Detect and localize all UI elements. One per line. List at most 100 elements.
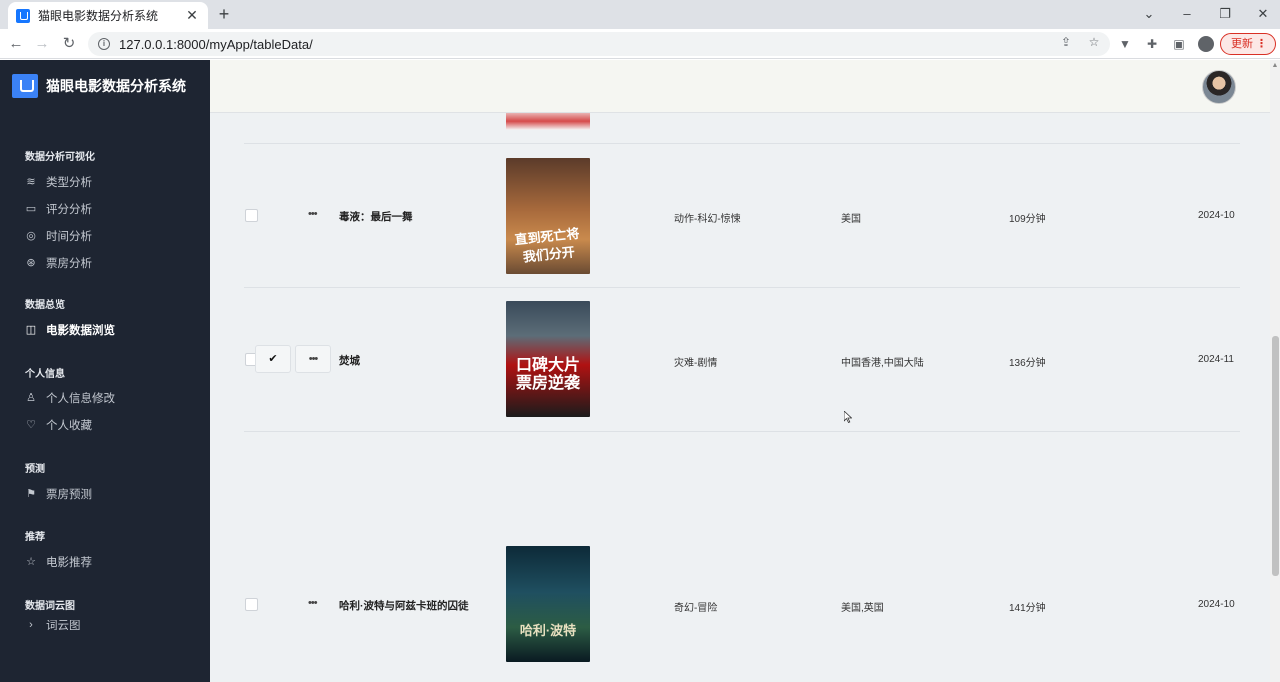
sidebar-item-favorites[interactable]: ♡ 个人收藏 [24, 417, 92, 433]
mouse-cursor-icon [844, 411, 852, 423]
movie-poster: 直到死亡将我们分开 [506, 158, 590, 274]
sidebar-item-time-analysis[interactable]: ◎ 时间分析 [24, 228, 92, 244]
browser-tab[interactable]: 猫眼电影数据分析系统 ✕ [8, 2, 208, 29]
menu-header-analysis: 数据分析可视化 [25, 152, 95, 163]
sidebar-item-label: 时间分析 [46, 231, 92, 243]
extension-v-icon[interactable]: ▼ [1116, 35, 1134, 53]
scrollbar-thumb[interactable] [1272, 336, 1279, 576]
forward-arrow-icon[interactable]: → [32, 34, 52, 54]
sidebar-item-label: 票房预测 [46, 489, 92, 501]
movie-title: 焚城 [339, 355, 360, 367]
menu-header-wordcloud: 数据词云图 [25, 601, 75, 612]
menu-header-overview: 数据总览 [25, 300, 65, 311]
table-row[interactable]: ••• 毒液：最后一舞 直到死亡将我们分开 动作-科幻-惊悚 美国 109分钟 … [244, 144, 1240, 288]
movie-title: 哈利·波特与阿兹卡班的囚徒 [339, 600, 469, 612]
sidebar-item-label: 词云图 [46, 620, 81, 630]
brand[interactable]: 猫眼电影数据分析系统 [12, 74, 186, 98]
back-arrow-icon[interactable]: ← [6, 34, 26, 54]
sidebar-item-movie-data[interactable]: ◫ 电影数据浏览 [24, 322, 115, 338]
scroll-up-arrow-icon[interactable]: ▲ [1270, 62, 1280, 69]
page-scrollbar[interactable]: ▲ [1270, 60, 1280, 682]
user-avatar[interactable] [1202, 70, 1236, 104]
poster-caption: 哈利·波特 [519, 623, 577, 638]
star-icon: ☆ [26, 556, 36, 568]
browser-tab-strip: 猫眼电影数据分析系统 ✕ + ⌄ – ❐ ✕ [0, 0, 1280, 29]
sidebar-item-recommend[interactable]: ☆ 电影推荐 [24, 554, 92, 570]
movie-release-date: 2024-10 [1198, 210, 1235, 221]
table-row[interactable]: ••• 哈利·波特与阿兹卡班的囚徒 哈利·波特 奇幻-冒险 美国,英国 141分… [244, 432, 1240, 682]
bookmark-star-icon[interactable]: ☆ [1086, 35, 1102, 49]
menu-header-prediction: 预测 [25, 464, 45, 475]
poster-caption: 直到死亡将我们分开 [513, 225, 581, 265]
movie-genre: 灾难-剧情 [674, 358, 718, 369]
tab-search-icon[interactable]: ⌄ [1134, 4, 1164, 24]
close-tab-icon[interactable]: ✕ [184, 7, 200, 24]
share-icon[interactable]: ⇪ [1058, 35, 1074, 49]
flag-icon: ⚑ [26, 488, 36, 500]
sidebar-item-label: 个人收藏 [46, 420, 92, 432]
sidebar: 猫眼电影数据分析系统 数据分析可视化 ≋ 类型分析 ▭ 评分分析 ◎ 时间分析 … [0, 60, 210, 682]
extensions-puzzle-icon[interactable]: ✚ [1143, 35, 1161, 53]
table-row-partial [244, 112, 1240, 144]
sidebar-item-label: 评分分析 [46, 204, 92, 216]
movie-duration: 109分钟 [1009, 214, 1046, 225]
site-info-icon[interactable]: i [98, 38, 110, 50]
layers-icon: ≋ [26, 176, 36, 188]
cast-icon: ▭ [25, 203, 37, 215]
columns-icon: ◫ [25, 324, 37, 336]
movie-release-date: 2024-10 [1198, 599, 1235, 610]
browser-profile-icon[interactable] [1198, 36, 1214, 52]
movie-genre: 动作-科幻-惊悚 [674, 214, 741, 225]
movie-genre: 奇幻-冒险 [674, 603, 718, 614]
movie-poster: 哈利·波特 [506, 546, 590, 662]
sidebar-item-label: 票房分析 [46, 258, 92, 270]
tab-title: 猫眼电影数据分析系统 [38, 9, 159, 23]
sidebar-item-label: 电影数据浏览 [46, 325, 115, 337]
sidebar-item-label: 个人信息修改 [46, 393, 115, 405]
logo-icon [12, 74, 38, 98]
sidebar-item-label: 电影推荐 [46, 557, 92, 569]
update-button[interactable]: 更新 ⋮ [1220, 33, 1276, 55]
life-buoy-icon: ⊛ [26, 257, 36, 269]
top-header [210, 60, 1270, 113]
menu-header-recommend: 推荐 [25, 532, 45, 543]
url-text[interactable]: 127.0.0.1:8000/myApp/tableData/ [119, 37, 313, 52]
sidebar-item-boxoffice-prediction[interactable]: ⚑ 票房预测 [24, 486, 92, 502]
select-check-icon[interactable]: ✔ [255, 345, 291, 373]
row-more-icon[interactable]: ••• [295, 345, 331, 373]
user-icon: ♙ [26, 392, 36, 404]
poster-caption: 口碑大片票房逆袭 [515, 357, 580, 392]
movie-title: 毒液：最后一舞 [339, 211, 413, 223]
movie-poster: 口碑大片票房逆袭 [506, 301, 590, 417]
close-window-button[interactable]: ✕ [1248, 4, 1278, 24]
heart-icon: ♡ [26, 419, 36, 431]
movie-duration: 136分钟 [1009, 358, 1046, 369]
minimize-button[interactable]: – [1172, 4, 1202, 24]
reload-icon[interactable]: ↻ [59, 34, 79, 54]
side-panel-icon[interactable]: ▣ [1170, 35, 1188, 53]
new-tab-button[interactable]: + [214, 4, 234, 24]
row-more-icon[interactable]: ••• [308, 208, 318, 220]
row-more-icon[interactable]: ••• [308, 597, 318, 609]
row-checkbox[interactable] [245, 598, 258, 611]
sidebar-item-type-analysis[interactable]: ≋ 类型分析 [24, 174, 92, 190]
movie-duration: 141分钟 [1009, 603, 1046, 614]
sidebar-item-wordcloud[interactable]: › 词云图 [24, 620, 81, 630]
watch-icon: ◎ [26, 230, 36, 242]
sidebar-item-boxoffice-analysis[interactable]: ⊛ 票房分析 [24, 255, 92, 271]
menu-dots-icon: ⋮ [1256, 38, 1267, 50]
table-row[interactable]: ✔ ••• 焚城 口碑大片票房逆袭 灾难-剧情 中国香港,中国大陆 136分钟 … [244, 288, 1240, 432]
update-label: 更新 [1231, 38, 1253, 50]
sidebar-item-profile-edit[interactable]: ♙ 个人信息修改 [24, 390, 115, 406]
movie-region: 中国香港,中国大陆 [841, 358, 924, 369]
movie-region: 美国 [841, 214, 861, 225]
movie-region: 美国,英国 [841, 603, 884, 614]
restore-button[interactable]: ❐ [1210, 4, 1240, 24]
address-bar[interactable]: i 127.0.0.1:8000/myApp/tableData/ ⇪ ☆ [88, 32, 1110, 56]
main-content: ••• 毒液：最后一舞 直到死亡将我们分开 动作-科幻-惊悚 美国 109分钟 … [210, 60, 1270, 682]
sidebar-item-rating-analysis[interactable]: ▭ 评分分析 [24, 201, 92, 217]
row-checkbox[interactable] [245, 209, 258, 222]
browser-toolbar: ← → ↻ i 127.0.0.1:8000/myApp/tableData/ … [0, 29, 1280, 59]
brand-title: 猫眼电影数据分析系统 [46, 78, 186, 94]
movie-release-date: 2024-11 [1198, 354, 1234, 365]
